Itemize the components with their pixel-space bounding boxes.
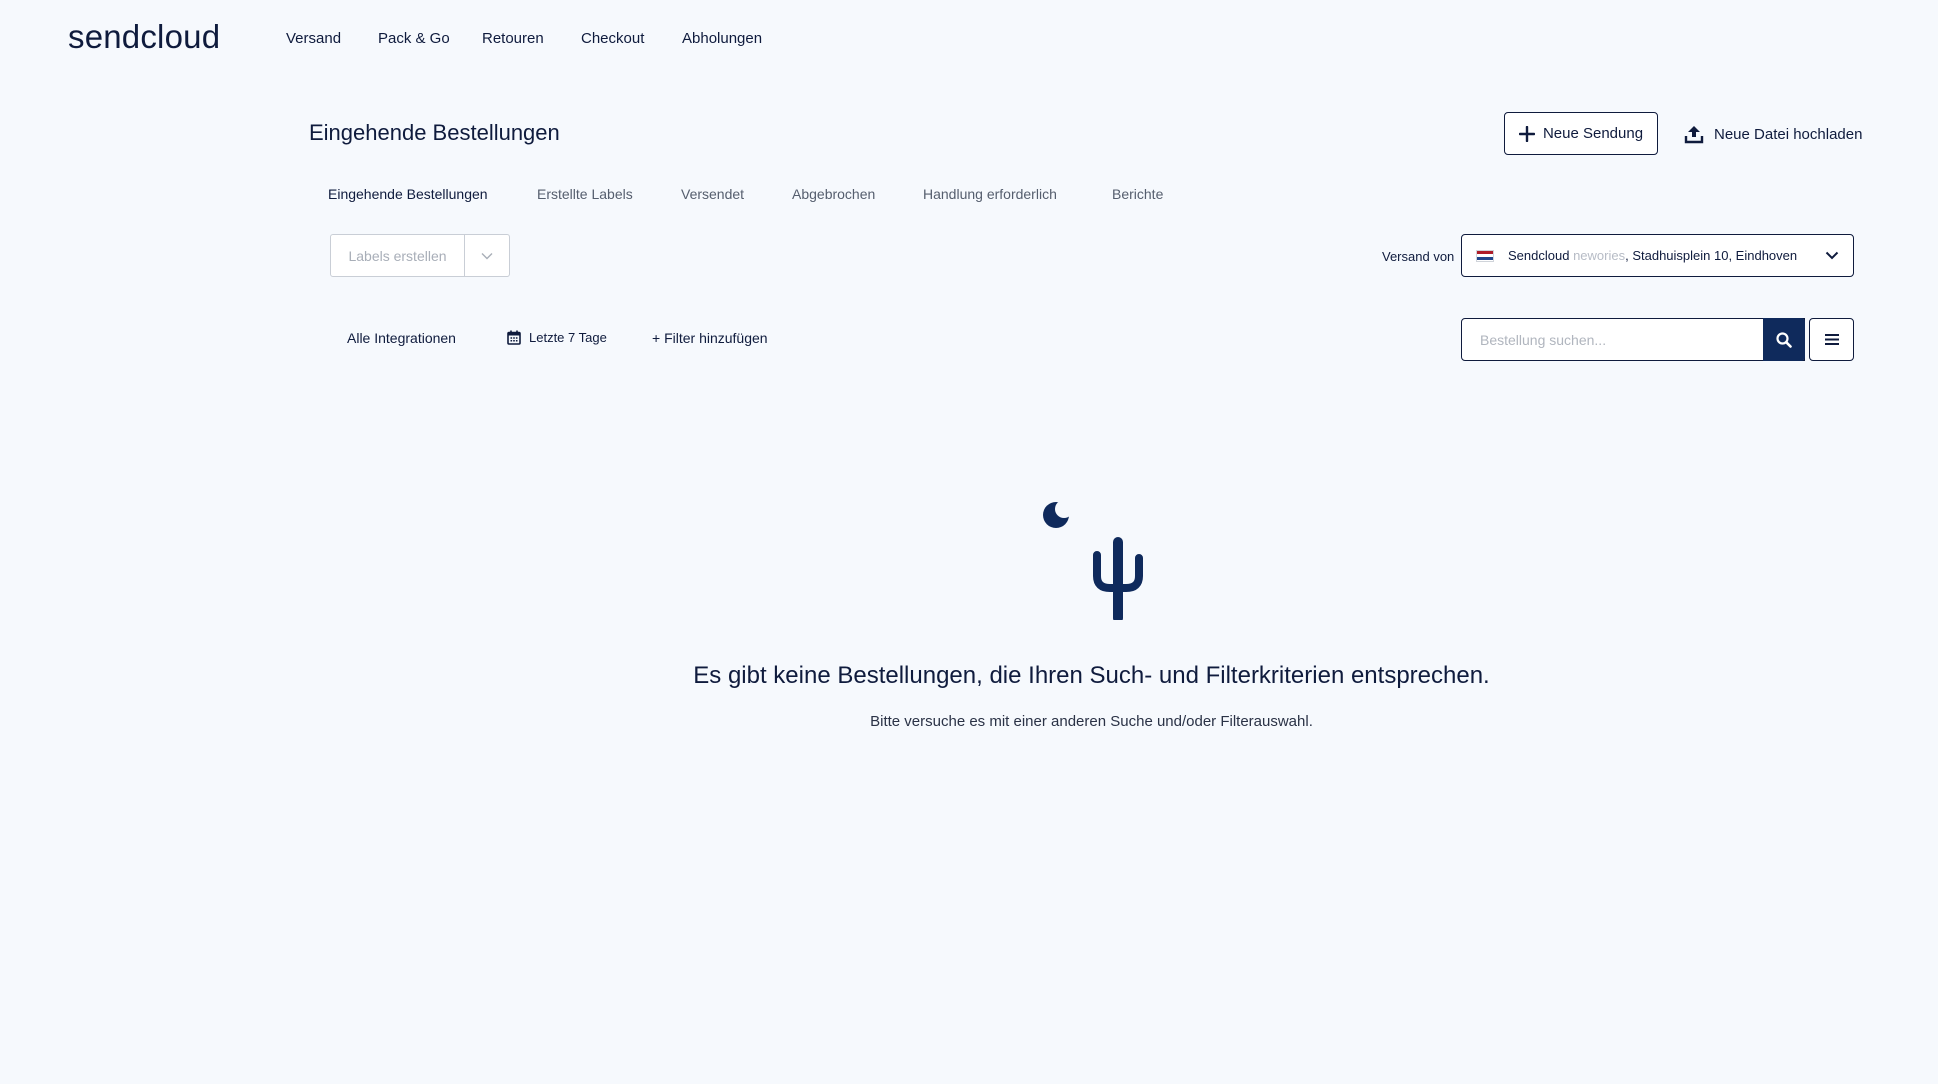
ship-from-address: , Stadhuisplein 10, Eindhoven: [1625, 248, 1798, 263]
create-labels-split-button: Labels erstellen: [330, 234, 510, 277]
new-shipment-label: Neue Sendung: [1542, 125, 1644, 142]
tab-abgebrochen[interactable]: Abgebrochen: [792, 186, 875, 202]
order-search-field: [1461, 318, 1805, 361]
top-navigation: sendcloud Versand Pack & Go Retouren Che…: [0, 0, 1938, 80]
tab-erstellte-labels[interactable]: Erstellte Labels: [537, 186, 633, 202]
calendar-icon: [507, 330, 521, 345]
upload-file-label: Neue Datei hochladen: [1714, 125, 1863, 143]
ship-from-name: Sendcloud: [1508, 248, 1570, 263]
search-icon: [1776, 331, 1792, 348]
nav-item-versand[interactable]: Versand: [286, 30, 341, 47]
date-range-label: Letzte 7 Tage: [529, 330, 607, 345]
nav-item-retouren[interactable]: Retouren: [482, 30, 544, 47]
chevron-down-icon: [1825, 251, 1839, 260]
netherlands-flag-icon: [1476, 249, 1494, 262]
create-labels-dropdown-toggle[interactable]: [465, 235, 509, 276]
tab-eingehende-bestellungen[interactable]: Eingehende Bestellungen: [328, 186, 488, 202]
tab-berichte[interactable]: Berichte: [1112, 186, 1163, 202]
nav-item-checkout[interactable]: Checkout: [581, 30, 644, 47]
sendcloud-logo[interactable]: sendcloud: [68, 18, 220, 56]
tab-versendet[interactable]: Versendet: [681, 186, 744, 202]
list-settings-button[interactable]: [1809, 318, 1854, 361]
nav-item-abholungen[interactable]: Abholungen: [682, 30, 762, 47]
integrations-filter[interactable]: Alle Integrationen: [347, 330, 456, 346]
upload-file-button[interactable]: Neue Datei hochladen: [1684, 122, 1862, 146]
new-shipment-button[interactable]: Neue Sendung: [1504, 112, 1658, 155]
empty-state-title: Es gibt keine Bestellungen, die Ihren Su…: [693, 662, 1490, 689]
search-button[interactable]: [1763, 318, 1805, 361]
order-search-input[interactable]: [1478, 330, 1804, 349]
list-icon: [1824, 334, 1839, 345]
cactus-moon-icon: [1043, 500, 1143, 620]
ship-from-redacted: newories: [1573, 248, 1626, 263]
add-filter-button[interactable]: + Filter hinzufügen: [652, 330, 768, 346]
add-filter-label: + Filter hinzufügen: [652, 330, 768, 346]
create-labels-button[interactable]: Labels erstellen: [331, 235, 465, 276]
upload-icon: [1684, 126, 1704, 144]
nav-item-pack-and-go[interactable]: Pack & Go: [378, 30, 450, 47]
chevron-down-icon: [481, 252, 493, 259]
plus-icon: [1518, 125, 1535, 142]
date-range-filter[interactable]: Letzte 7 Tage: [507, 330, 607, 345]
ship-from-select[interactable]: Sendcloud newories, Stadhuisplein 10, Ei…: [1461, 234, 1854, 277]
integrations-filter-label: Alle Integrationen: [347, 330, 456, 346]
tab-handlung-erforderlich[interactable]: Handlung erforderlich: [923, 186, 1057, 202]
page-title: Eingehende Bestellungen: [309, 120, 560, 145]
ship-from-label: Versand von: [1382, 249, 1455, 264]
ship-from-value: Sendcloud newories, Stadhuisplein 10, Ei…: [1508, 248, 1811, 263]
empty-state-subtitle: Bitte versuche es mit einer anderen Such…: [870, 713, 1313, 730]
